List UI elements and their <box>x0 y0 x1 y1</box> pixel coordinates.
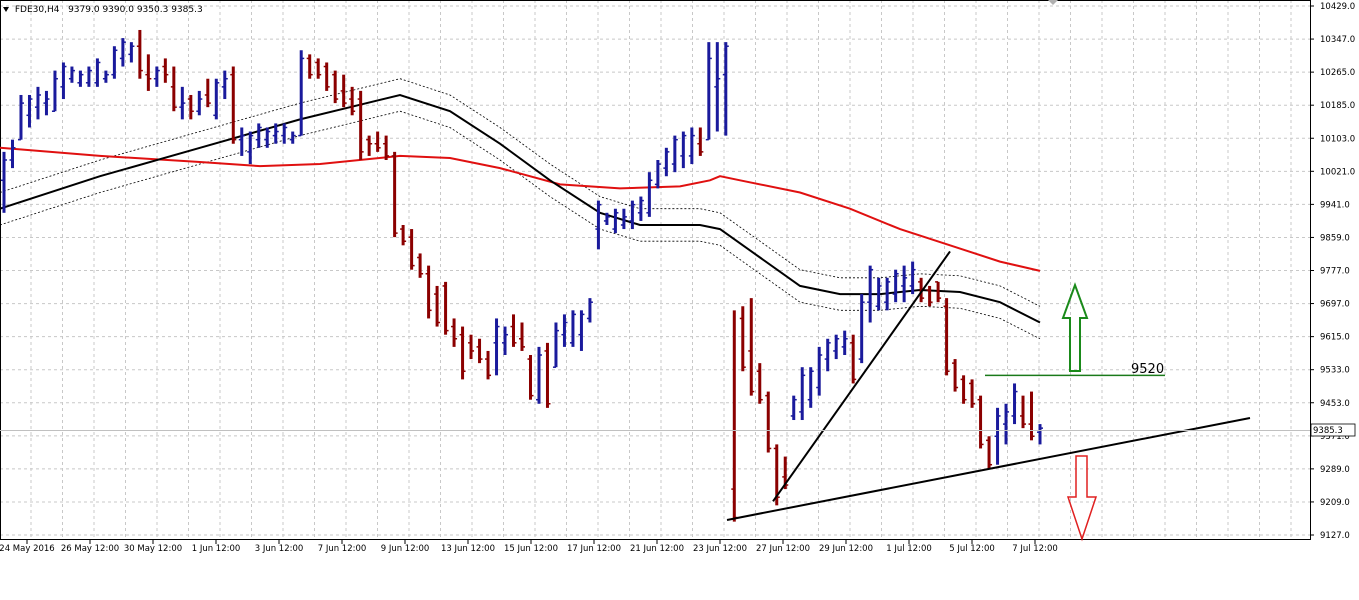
y-tick-label: 9697.0 <box>1320 300 1350 310</box>
close-value: 9385.3 <box>171 5 203 15</box>
y-tick-label: 9533.0 <box>1320 366 1350 376</box>
y-tick-label: 10265.0 <box>1320 68 1355 78</box>
y-tick-label: 10429.0 <box>1320 2 1355 12</box>
x-tick-label: 26 May 12:00 <box>61 544 119 554</box>
x-tick-label: 7 Jul 12:00 <box>1012 544 1058 554</box>
price-chart[interactable]: 10429.0 10347.0 10265.0 10185.0 10103.0 10021… <box>0 0 1359 600</box>
x-tick-label: 15 Jun 12:00 <box>504 544 558 554</box>
x-tick-label: 9 Jun 12:00 <box>381 544 430 554</box>
x-tick-label: 13 Jun 12:00 <box>441 544 495 554</box>
y-tick-label: 9777.0 <box>1320 267 1350 277</box>
x-tick-label: 3 Jun 12:00 <box>255 544 304 554</box>
x-tick-label: 17 Jun 12:00 <box>567 544 621 554</box>
x-tick-label: 7 Jun 12:00 <box>318 544 367 554</box>
high-value: 9390.0 <box>102 5 134 15</box>
y-tick-label: 10347.0 <box>1320 35 1355 45</box>
x-tick-label: 24 May 2016 <box>0 544 55 554</box>
y-tick-label: 10021.0 <box>1320 167 1355 177</box>
x-tick-label: 1 Jul 12:00 <box>886 544 932 554</box>
x-tick-label: 1 Jun 12:00 <box>192 544 241 554</box>
current-price-label: 9385.3 <box>1313 426 1343 436</box>
y-tick-label: 9209.0 <box>1320 498 1350 508</box>
x-tick-label: 21 Jun 12:00 <box>630 544 684 554</box>
symbol-name: FDE30,H4 <box>14 5 60 15</box>
y-tick-label: 9859.0 <box>1320 233 1350 243</box>
y-tick-label: 9941.0 <box>1320 200 1350 210</box>
x-tick-label: 27 Jun 12:00 <box>756 544 810 554</box>
y-tick-label: 9289.0 <box>1320 465 1350 475</box>
y-tick-label: 10185.0 <box>1320 101 1355 111</box>
open-value: 9379.0 <box>68 5 100 15</box>
x-tick-label: 29 Jun 12:00 <box>819 544 873 554</box>
x-tick-label: 5 Jul 12:00 <box>949 544 995 554</box>
symbol-header: FDE30,H4 9379.0 9390.0 9350.3 9385.3 <box>3 5 203 15</box>
current-price-tag: 9385.3 <box>1310 423 1356 437</box>
level-label: 9520 <box>1131 362 1164 377</box>
x-tick-label: 30 May 12:00 <box>124 544 182 554</box>
y-tick-label: 9127.0 <box>1320 531 1350 541</box>
collapse-triangle-icon[interactable] <box>3 7 9 12</box>
y-tick-label: 9453.0 <box>1320 399 1350 409</box>
y-tick-label: 10103.0 <box>1320 134 1355 144</box>
x-tick-label: 23 Jun 12:00 <box>693 544 747 554</box>
low-value: 9350.3 <box>136 5 169 15</box>
y-tick-label: 9615.0 <box>1320 333 1350 343</box>
